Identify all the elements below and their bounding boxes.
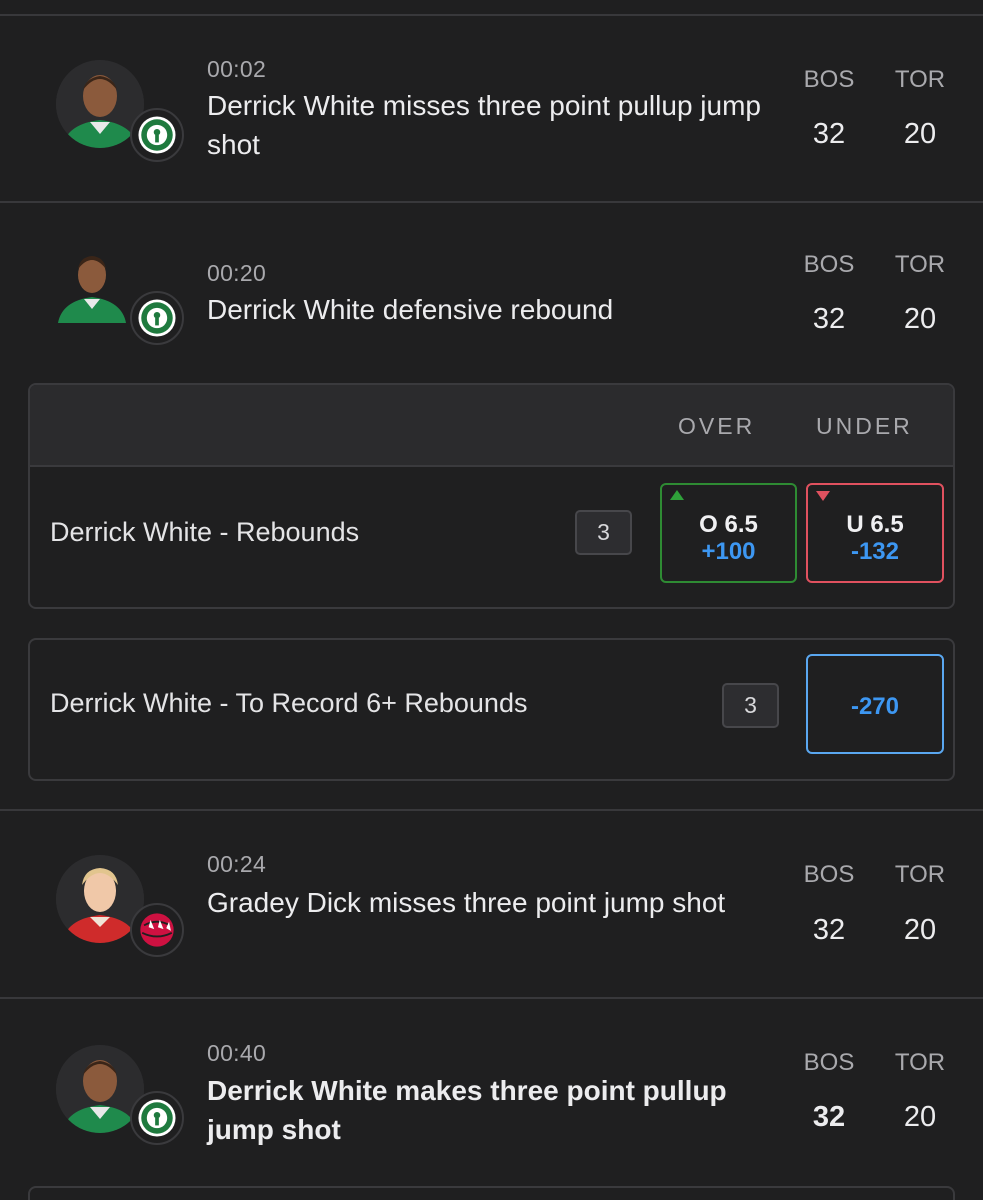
game-clock: 00:20 xyxy=(207,260,267,286)
under-line: U 6.5 xyxy=(846,511,904,538)
play-row[interactable]: 00:20 Derrick White defensive rebound BO… xyxy=(0,203,983,373)
over-bet-button[interactable]: O 6.5 +100 xyxy=(660,483,797,583)
home-score: 32 xyxy=(812,118,846,150)
home-score: 32 xyxy=(812,1101,846,1133)
game-clock: 00:02 xyxy=(207,56,267,82)
celtics-logo-icon xyxy=(130,1091,184,1145)
play-row[interactable]: 00:24 Gradey Dick misses three point jum… xyxy=(0,811,983,997)
bet-count-badge[interactable]: 3 xyxy=(722,683,779,728)
play-description: Gradey Dick misses three point jump shot xyxy=(207,887,726,918)
rebounds-over-under-market: OVER UNDER Derrick White - Rebounds 3 O … xyxy=(28,383,955,609)
celtics-logo-icon xyxy=(130,108,184,162)
bet-count-badge[interactable]: 3 xyxy=(575,510,632,555)
under-price: -132 xyxy=(850,538,900,565)
home-team-abbr: BOS xyxy=(803,251,855,278)
play-description: Derrick White defensive rebound xyxy=(207,294,614,325)
celtics-logo-icon xyxy=(130,291,184,345)
over-column-header: OVER xyxy=(678,413,756,439)
trend-up-icon xyxy=(670,490,684,500)
home-team-abbr: BOS xyxy=(803,861,855,888)
play-description: Derrick White makes three point pullup j… xyxy=(207,1075,727,1145)
home-score: 32 xyxy=(812,914,846,946)
next-market-card xyxy=(28,1186,955,1200)
away-score: 20 xyxy=(903,118,937,150)
game-clock: 00:24 xyxy=(207,851,267,877)
play-row[interactable]: 00:02 Derrick White misses three point p… xyxy=(0,16,983,202)
under-column-header: UNDER xyxy=(816,413,913,439)
player-headshot-icon xyxy=(56,243,128,323)
rebounds-milestone-market: Derrick White - To Record 6+ Rebounds 3 … xyxy=(28,638,955,781)
market-header: OVER UNDER xyxy=(30,385,953,467)
milestone-bet-button[interactable]: -270 xyxy=(806,654,944,754)
market-label: Derrick White - To Record 6+ Rebounds xyxy=(50,688,528,718)
play-row[interactable]: 00:40 Derrick White makes three point pu… xyxy=(0,999,983,1189)
trend-down-icon xyxy=(816,491,830,501)
market-label: Derrick White - Rebounds xyxy=(50,517,360,547)
away-team-abbr: TOR xyxy=(894,1049,946,1076)
home-team-abbr: BOS xyxy=(803,66,855,93)
home-team-abbr: BOS xyxy=(803,1049,855,1076)
under-bet-button[interactable]: U 6.5 -132 xyxy=(806,483,944,583)
over-price: +100 xyxy=(701,538,756,565)
game-clock: 00:40 xyxy=(207,1040,267,1066)
away-team-abbr: TOR xyxy=(894,66,946,93)
raptors-logo-icon xyxy=(130,903,184,957)
away-score: 20 xyxy=(903,303,937,335)
away-team-abbr: TOR xyxy=(894,861,946,888)
away-score: 20 xyxy=(903,1101,937,1133)
away-team-abbr: TOR xyxy=(894,251,946,278)
home-score: 32 xyxy=(812,303,846,335)
away-score: 20 xyxy=(903,914,937,946)
milestone-price: -270 xyxy=(850,693,900,720)
play-by-play-feed: 00:02 Derrick White misses three point p… xyxy=(0,0,983,1200)
play-description: Derrick White misses three point pullup … xyxy=(207,90,761,160)
over-line: O 6.5 xyxy=(699,511,758,538)
